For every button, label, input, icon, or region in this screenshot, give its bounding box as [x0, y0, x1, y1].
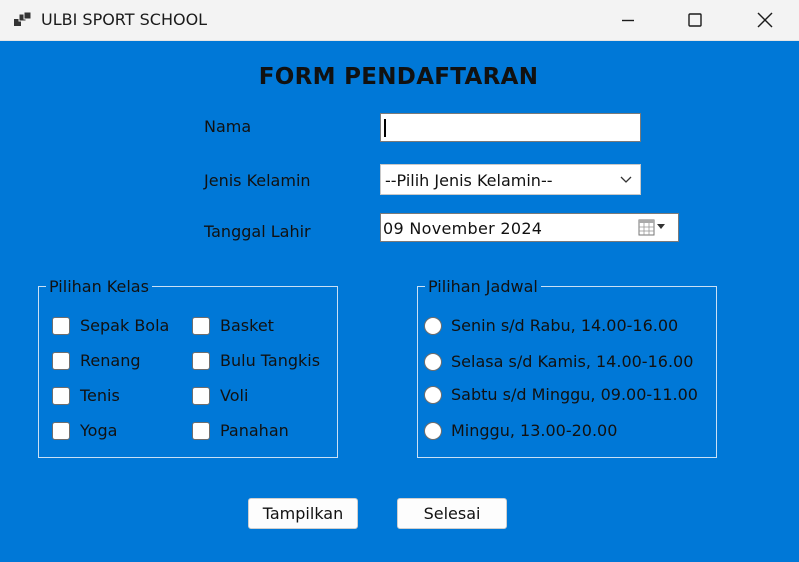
checkbox-label: Tenis	[80, 386, 120, 405]
checkbox-label: Bulu Tangkis	[220, 351, 321, 370]
tanggal-lahir-value: 09 November 2024	[383, 219, 543, 238]
radio-circle[interactable]	[424, 385, 442, 404]
nama-input[interactable]	[380, 113, 641, 142]
jenis-kelamin-select[interactable]: --Pilih Jenis Kelamin--	[380, 164, 641, 195]
maximize-icon	[688, 13, 702, 27]
calendar-dropdown-icon[interactable]	[638, 219, 668, 237]
checkbox-label: Renang	[80, 351, 141, 370]
close-button[interactable]	[742, 0, 788, 40]
pilihan-kelas-title: Pilihan Kelas	[46, 277, 152, 296]
radio-senin-rabu[interactable]: Senin s/d Rabu, 14.00-16.00	[424, 316, 678, 335]
checkbox-basket[interactable]: Basket	[192, 316, 274, 335]
window-title: ULBI SPORT SCHOOL	[41, 10, 208, 29]
checkbox-bulu-tangkis[interactable]: Bulu Tangkis	[192, 351, 320, 370]
form-heading: FORM PENDAFTARAN	[258, 64, 539, 90]
text-caret	[384, 119, 386, 137]
checkbox-box[interactable]	[192, 351, 210, 370]
checkbox-panahan[interactable]: Panahan	[192, 421, 289, 440]
tanggal-lahir-datepicker[interactable]: 09 November 2024	[380, 213, 679, 242]
checkbox-renang[interactable]: Renang	[52, 351, 140, 370]
radio-label: Minggu, 13.00-20.00	[451, 421, 618, 440]
checkbox-yoga[interactable]: Yoga	[52, 421, 117, 440]
checkbox-label: Panahan	[220, 421, 289, 440]
registration-window: ULBI SPORT SCHOOL FORM PENDAFTARAN Nama …	[0, 0, 799, 562]
pilihan-jadwal-group: Pilihan Jadwal Senin s/d Rabu, 14.00-16.…	[417, 277, 717, 458]
checkbox-box[interactable]	[192, 386, 210, 405]
checkbox-box[interactable]	[52, 351, 70, 370]
radio-label: Selasa s/d Kamis, 14.00-16.00	[451, 352, 694, 371]
radio-sabtu-minggu[interactable]: Sabtu s/d Minggu, 09.00-11.00	[424, 385, 698, 404]
jenis-kelamin-selected: --Pilih Jenis Kelamin--	[385, 171, 553, 190]
checkbox-box[interactable]	[52, 421, 70, 440]
checkbox-label: Yoga	[80, 421, 118, 440]
checkbox-tenis[interactable]: Tenis	[52, 386, 120, 405]
nama-label: Nama	[204, 117, 252, 136]
radio-circle[interactable]	[424, 352, 442, 371]
radio-circle[interactable]	[424, 316, 442, 335]
radio-label: Senin s/d Rabu, 14.00-16.00	[451, 316, 679, 335]
checkbox-box[interactable]	[52, 316, 70, 335]
minimize-button[interactable]	[605, 0, 651, 40]
jenis-kelamin-label: Jenis Kelamin	[204, 171, 311, 190]
checkbox-label: Basket	[220, 316, 274, 335]
checkbox-box[interactable]	[52, 386, 70, 405]
checkbox-box[interactable]	[192, 421, 210, 440]
checkbox-label: Sepak Bola	[80, 316, 170, 335]
radio-label: Sabtu s/d Minggu, 09.00-11.00	[451, 385, 698, 404]
radio-circle[interactable]	[424, 421, 442, 440]
minimize-icon	[622, 19, 634, 22]
close-icon	[757, 12, 773, 28]
checkbox-sepak-bola[interactable]: Sepak Bola	[52, 316, 169, 335]
checkbox-voli[interactable]: Voli	[192, 386, 248, 405]
checkbox-label: Voli	[220, 386, 249, 405]
title-bar[interactable]: ULBI SPORT SCHOOL	[0, 0, 799, 41]
selesai-button[interactable]: Selesai	[397, 498, 507, 529]
app-icon	[14, 12, 32, 26]
radio-selasa-kamis[interactable]: Selasa s/d Kamis, 14.00-16.00	[424, 352, 693, 371]
tampilkan-button[interactable]: Tampilkan	[248, 498, 358, 529]
checkbox-box[interactable]	[192, 316, 210, 335]
chevron-down-icon	[620, 176, 632, 183]
radio-minggu[interactable]: Minggu, 13.00-20.00	[424, 421, 617, 440]
pilihan-jadwal-title: Pilihan Jadwal	[425, 277, 541, 296]
pilihan-kelas-group: Pilihan Kelas Sepak Bola Basket Renang B…	[38, 277, 338, 458]
maximize-button[interactable]	[672, 0, 718, 40]
tanggal-lahir-label: Tanggal Lahir	[204, 222, 311, 241]
